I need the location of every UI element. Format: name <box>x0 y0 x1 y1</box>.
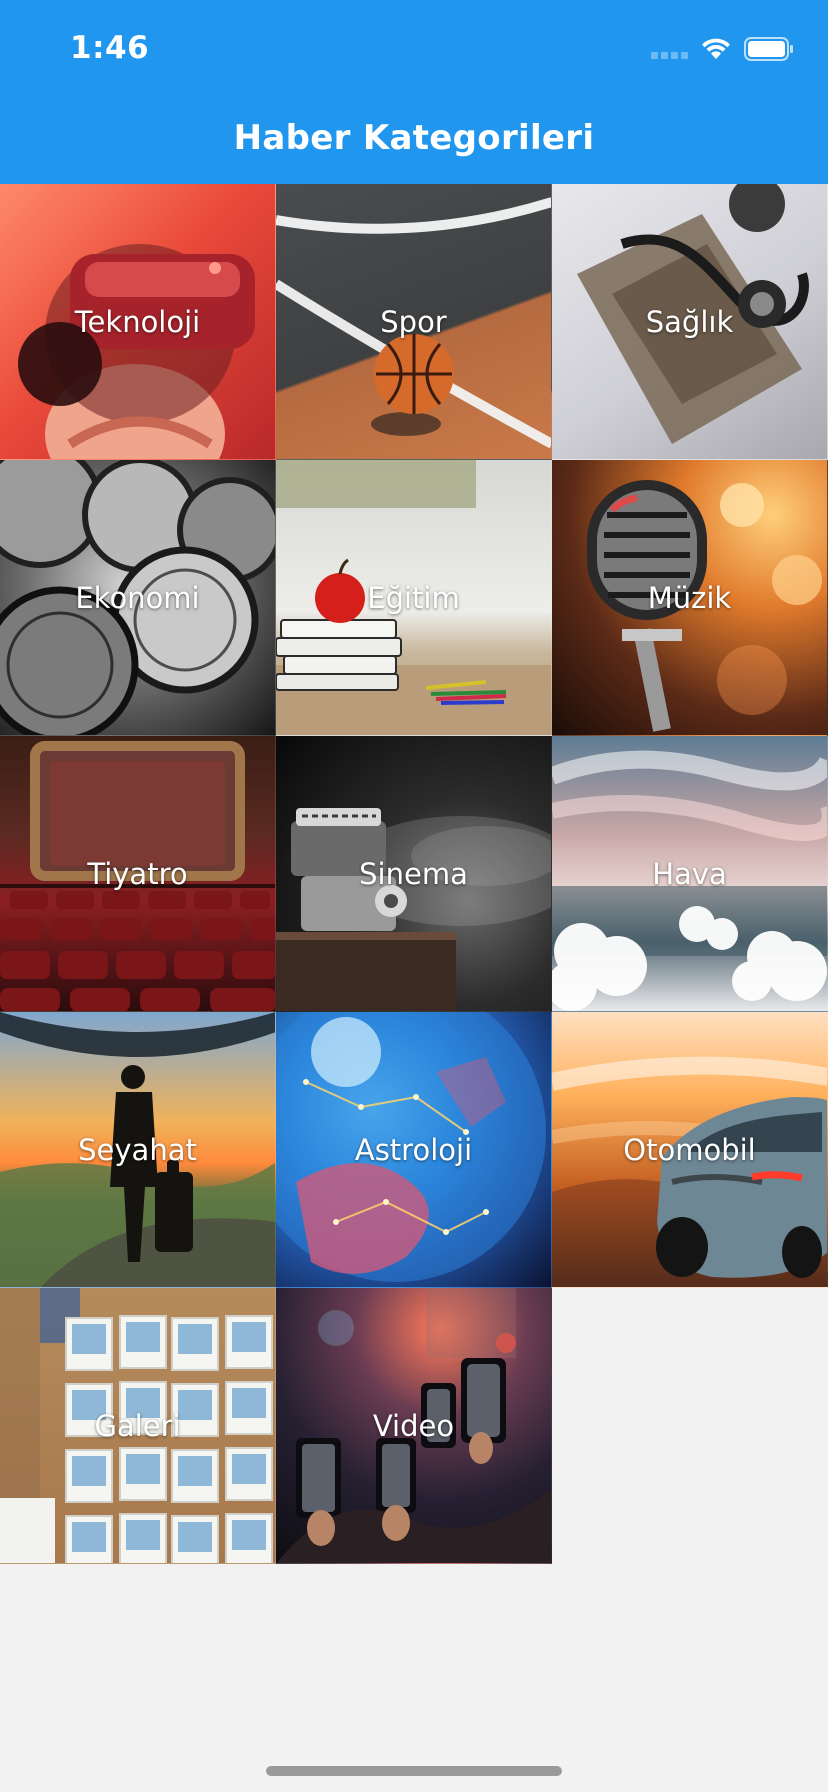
category-label: Otomobil <box>623 1132 756 1167</box>
wifi-icon <box>702 38 730 59</box>
category-label: Seyahat <box>78 1132 197 1167</box>
category-label: Galeri <box>94 1408 181 1443</box>
category-grid: Teknoloji Spor Sağlık Ekonomi Eğitim Müz… <box>0 184 828 1564</box>
battery-icon <box>744 37 793 61</box>
cellular-signal-icon <box>651 39 688 59</box>
category-tile-tiyatro[interactable]: Tiyatro <box>0 736 276 1012</box>
category-label: Eğitim <box>367 580 460 615</box>
category-label: Teknoloji <box>74 304 201 339</box>
category-label: Astroloji <box>354 1132 473 1167</box>
category-tile-muzik[interactable]: Müzik <box>552 460 828 736</box>
status-icons <box>651 34 794 64</box>
page-title: Haber Kategorileri <box>233 118 595 158</box>
category-tile-hava[interactable]: Hava <box>552 736 828 1012</box>
category-label: Müzik <box>647 580 732 615</box>
category-tile-seyahat[interactable]: Seyahat <box>0 1012 276 1288</box>
category-label: Tiyatro <box>87 856 188 891</box>
category-tile-ekonomi[interactable]: Ekonomi <box>0 460 276 736</box>
category-label: Hava <box>652 856 727 891</box>
category-tile-saglik[interactable]: Sağlık <box>552 184 828 460</box>
navigation-header: 1:46 Haber Kategorileri <box>0 0 828 184</box>
category-label: Ekonomi <box>75 580 200 615</box>
category-label: Video <box>372 1408 455 1443</box>
category-tile-video[interactable]: Video <box>276 1288 552 1564</box>
category-label: Sinema <box>359 856 468 891</box>
category-tile-egitim[interactable]: Eğitim <box>276 460 552 736</box>
category-tile-sinema[interactable]: Sinema <box>276 736 552 1012</box>
category-tile-astroloji[interactable]: Astroloji <box>276 1012 552 1288</box>
home-indicator[interactable] <box>266 1766 562 1776</box>
category-tile-spor[interactable]: Spor <box>276 184 552 460</box>
category-tile-galeri[interactable]: Galeri <box>0 1288 276 1564</box>
category-label: Spor <box>380 304 447 339</box>
category-label: Sağlık <box>645 304 734 339</box>
status-time: 1:46 <box>70 30 150 66</box>
category-tile-otomobil[interactable]: Otomobil <box>552 1012 828 1288</box>
category-tile-teknoloji[interactable]: Teknoloji <box>0 184 276 460</box>
